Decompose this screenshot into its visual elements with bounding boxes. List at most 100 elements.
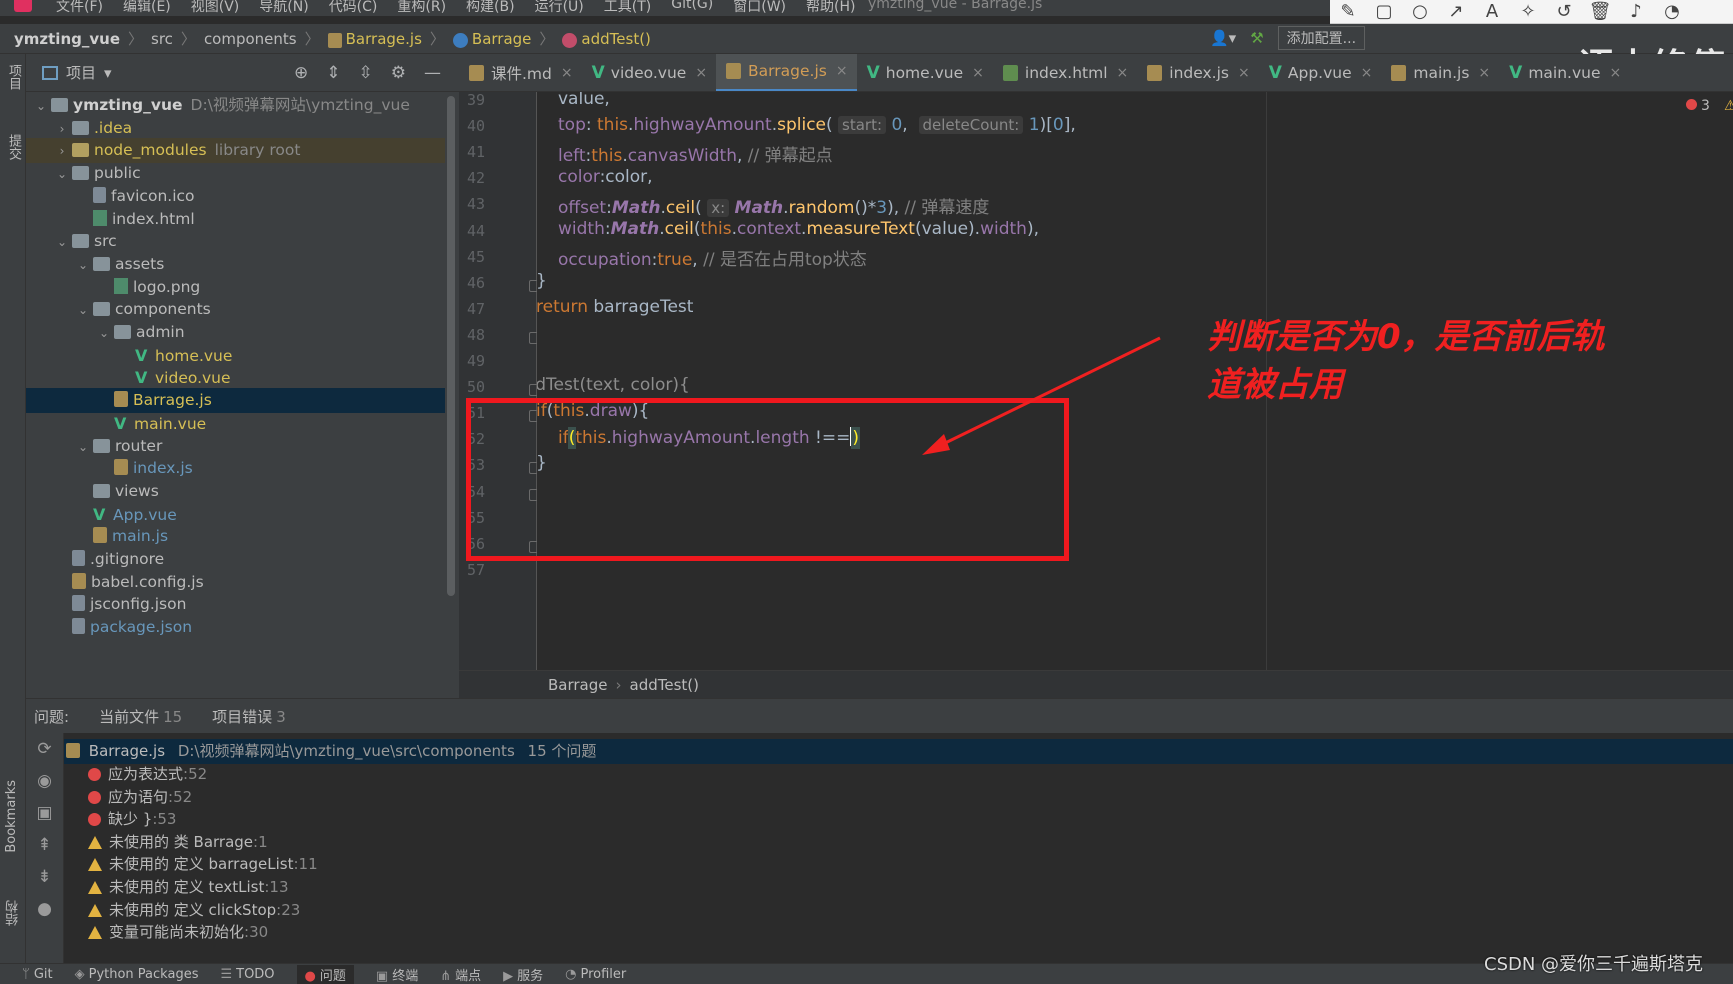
tree-item[interactable]: Barrage.js [26, 388, 445, 414]
tool-window-button[interactable]: ● 问题 [296, 964, 354, 984]
problems-file-row[interactable]: Barrage.js D:\视频弹幕网站\ymzting_vue\src\com… [64, 739, 1733, 764]
breadcrumb-method[interactable]: addTest() [562, 30, 651, 48]
editor-tab[interactable]: Vhome.vue × [857, 54, 993, 91]
menu-item[interactable]: 视图(V) [191, 0, 240, 16]
editor-breadcrumb-method[interactable]: addTest() [630, 676, 699, 694]
speaker-icon[interactable]: ♪ [1618, 1, 1654, 23]
tree-item[interactable]: ⌄ ymzting_vue D:\视频弹幕网站\ymzting_vue [26, 93, 445, 118]
bookmarks-tool-button[interactable]: Bookmarks [4, 780, 19, 853]
tree-item[interactable]: favicon.ico [26, 184, 445, 209]
collapse-icon[interactable]: ⇟ [26, 861, 63, 893]
expand-all-icon[interactable]: ⇕ [326, 63, 340, 83]
editor-tab[interactable]: Vmain.vue × [1499, 54, 1630, 91]
close-icon[interactable]: × [972, 65, 984, 81]
tool-window-button[interactable]: ◈ Python Packages [75, 967, 199, 982]
close-icon[interactable]: × [695, 65, 707, 81]
menu-item[interactable]: 重构(R) [397, 0, 446, 16]
close-icon[interactable]: × [561, 65, 573, 81]
tree-item[interactable]: ⌄ components [26, 297, 445, 322]
tree-item[interactable]: Vvideo.vue [26, 365, 445, 390]
magic-wand-icon[interactable]: ✧ [1510, 1, 1546, 23]
close-icon[interactable]: × [836, 63, 848, 79]
tree-item[interactable]: .gitignore [26, 547, 445, 572]
editor-tab[interactable]: Barrage.js × [716, 54, 857, 91]
tree-item[interactable]: index.html [26, 207, 445, 232]
collapse-all-icon[interactable]: ⇳ [359, 63, 373, 83]
tree-item[interactable]: › node_modules library root [26, 138, 445, 164]
tool-window-button[interactable]: ᛘ Git [22, 967, 53, 982]
problem-item[interactable]: 未使用的 定义 clickStop:23 [64, 898, 1733, 923]
close-icon[interactable]: × [1117, 65, 1129, 81]
structure-tool-button[interactable]: 结构 [4, 900, 23, 926]
close-icon[interactable]: × [1361, 65, 1373, 81]
tree-item[interactable]: babel.config.js [26, 570, 445, 595]
hide-icon[interactable]: — [424, 63, 441, 83]
error-indicator[interactable]: 3 [1686, 98, 1710, 114]
menu-item[interactable]: 运行(U) [535, 0, 584, 16]
tree-item[interactable]: ⌄ public [26, 161, 445, 186]
tree-item[interactable]: ⌄ src [26, 229, 445, 254]
breadcrumb-class[interactable]: Barrage [452, 30, 531, 48]
trash-icon[interactable]: 🗑 [1582, 1, 1618, 23]
breadcrumb-src[interactable]: src [151, 30, 173, 48]
breadcrumb-project[interactable]: ymzting_vue [14, 30, 120, 48]
problem-item[interactable]: 未使用的 类 Barrage:1 [64, 830, 1733, 855]
tree-item[interactable]: logo.png [26, 275, 445, 300]
tree-item[interactable]: index.js [26, 456, 445, 481]
tree-item[interactable]: › .idea [26, 116, 445, 141]
project-tool-button[interactable]: 项目 [4, 64, 23, 90]
commit-tool-button[interactable]: 提交 [4, 134, 23, 160]
tree-item[interactable]: main.js [26, 524, 445, 549]
tree-item[interactable]: jsconfig.json [26, 592, 445, 617]
editor-tab[interactable]: index.html × [993, 54, 1137, 91]
add-configuration-button[interactable]: 添加配置... [1277, 26, 1366, 50]
arrow-icon[interactable]: ↗ [1438, 1, 1474, 23]
breadcrumb-components[interactable]: components [204, 30, 297, 48]
editor-tab[interactable]: main.js × [1381, 54, 1499, 91]
bulb-icon[interactable]: ● [26, 893, 63, 925]
undo-icon[interactable]: ↺ [1546, 1, 1582, 23]
tool-window-button[interactable]: ▶ 服务 [503, 965, 543, 984]
eye-icon[interactable]: ◉ [26, 765, 63, 797]
problem-item[interactable]: 变量可能尚未初始化:30 [64, 920, 1733, 945]
menu-item[interactable]: 窗口(W) [733, 0, 786, 16]
tree-item[interactable]: views [26, 479, 445, 504]
tree-item[interactable]: Vhome.vue [26, 343, 445, 368]
breadcrumb-file[interactable]: Barrage.js [327, 30, 422, 48]
menu-item[interactable]: 编辑(E) [123, 0, 171, 16]
circle-icon[interactable]: ○ [1402, 1, 1438, 23]
menu-item[interactable]: 构建(B) [466, 0, 515, 16]
tree-item[interactable]: ⌄ router [26, 434, 445, 459]
gear-icon[interactable]: ⚙ [391, 63, 406, 83]
tree-item[interactable]: Vmain.vue [26, 411, 445, 436]
tool-window-button[interactable]: ☰ TODO [220, 967, 274, 982]
editor-tab[interactable]: V App.vue × [1259, 54, 1382, 91]
tool-window-button[interactable]: ⋔ 端点 [440, 965, 481, 984]
tree-item[interactable]: V App.vue [26, 502, 445, 527]
warning-icon[interactable]: ⚠ [1724, 98, 1733, 114]
project-panel-title[interactable]: 项目 ▾ [42, 62, 112, 83]
tool-window-button[interactable]: ◔ Profiler [565, 967, 626, 982]
refresh-icon[interactable]: ⟳ [26, 733, 63, 765]
close-icon[interactable]: × [1478, 65, 1490, 81]
tab-project-errors[interactable]: 项目错误 3 [212, 706, 286, 727]
tree-item[interactable]: ⌄ admin [26, 320, 445, 345]
locate-icon[interactable]: ⊕ [294, 63, 308, 83]
problem-item[interactable]: 应为表达式:52 [64, 762, 1733, 787]
editor-tab[interactable]: index.js × [1137, 54, 1258, 91]
editor-breadcrumb-class[interactable]: Barrage [548, 676, 608, 694]
rectangle-icon[interactable]: ▢ [1366, 1, 1402, 23]
close-icon[interactable]: × [1610, 65, 1622, 81]
problem-item[interactable]: 应为语句:52 [64, 785, 1733, 810]
menu-item[interactable]: 帮助(H) [806, 0, 855, 16]
tree-item[interactable]: ⌄ assets [26, 252, 445, 277]
menu-item[interactable]: 文件(F) [56, 0, 103, 16]
problem-item[interactable]: 未使用的 定义 barrageList:11 [64, 852, 1733, 877]
tree-item[interactable]: package.json [26, 615, 445, 640]
tab-current-file[interactable]: 当前文件 15 [99, 706, 182, 727]
close-icon[interactable]: × [1238, 65, 1250, 81]
problem-item[interactable]: 未使用的 定义 textList:13 [64, 875, 1733, 900]
preview-icon[interactable]: ▣ [26, 797, 63, 829]
expand-icon[interactable]: ⇞ [26, 829, 63, 861]
menu-item[interactable]: 工具(T) [604, 0, 651, 16]
